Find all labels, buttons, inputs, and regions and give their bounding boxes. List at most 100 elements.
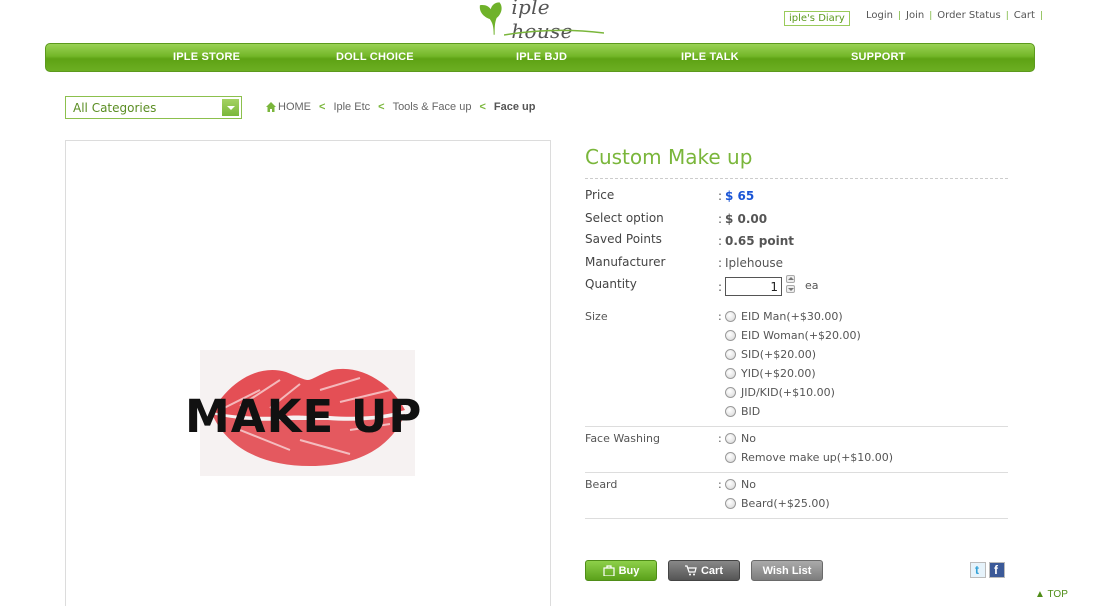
price-label: Price [585,188,615,202]
makeup-text: MAKE UP [185,390,423,443]
face-washing-label: Face Washing [585,432,660,445]
cart-button-label: Cart [700,564,723,577]
select-option-value: $ 0.00 [725,212,768,226]
option-label: No [741,432,756,445]
breadcrumb: HOME < Iple Etc < Tools & Face up < Face… [266,101,535,113]
beard-option[interactable]: Beard(+$25.00) [725,497,830,510]
size-option[interactable]: BID [725,405,760,418]
quantity-input[interactable] [725,277,782,296]
radio-button[interactable] [725,311,736,322]
nav-iple-store[interactable]: IPLE STORE [173,51,240,63]
size-option[interactable]: EID Woman(+$20.00) [725,329,861,342]
nav-doll-choice[interactable]: DOLL CHOICE [336,51,414,63]
select-option-label: Select option [585,211,664,225]
category-select[interactable]: All Categories [65,96,242,119]
join-link[interactable]: Join [906,10,924,21]
price-value: $ 65 [725,189,755,203]
site-logo[interactable]: iple house [476,0,616,43]
size-option[interactable]: JID/KID(+$10.00) [725,386,835,399]
beard-option[interactable]: No [725,478,756,491]
breadcrumb-separator: < [479,101,486,113]
radio-button[interactable] [725,349,736,360]
option-label: SID(+$20.00) [741,348,816,361]
buy-button[interactable]: Buy [585,560,657,581]
order-status-link[interactable]: Order Status [937,10,1000,21]
cart-button[interactable]: Cart [668,560,740,581]
breadcrumb-home[interactable]: HOME [278,101,311,113]
option-label: Beard(+$25.00) [741,497,830,510]
quantity-decrement-button[interactable] [786,285,795,293]
main-navbar: IPLE STORE DOLL CHOICE IPLE BJD IPLE TAL… [45,43,1035,72]
wish-list-button-label: Wish List [762,564,812,577]
size-label: Size [585,310,608,323]
facebook-share-button[interactable]: f [989,562,1005,578]
cart-icon [684,565,697,576]
option-label: Remove make up(+$10.00) [741,451,894,464]
nav-support[interactable]: SUPPORT [851,51,906,63]
facebook-icon: f [994,563,998,577]
colon: : [718,234,723,248]
breadcrumb-separator: < [378,101,385,113]
size-option[interactable]: SID(+$20.00) [725,348,816,361]
option-divider [585,472,1008,473]
top-links: Login | Join | Order Status | Cart | [866,10,1048,21]
product-image[interactable]: MAKE UP [65,140,551,606]
radio-button[interactable] [725,452,736,463]
nav-iple-talk[interactable]: IPLE TALK [681,51,739,63]
cart-link[interactable]: Cart [1014,10,1035,21]
link-separator: | [1005,10,1009,21]
colon: : [718,432,722,445]
option-label: No [741,478,756,491]
radio-button[interactable] [725,498,736,509]
option-label: EID Man(+$30.00) [741,310,843,323]
radio-button[interactable] [725,433,736,444]
face-washing-option[interactable]: No [725,432,756,445]
radio-button[interactable] [725,368,736,379]
breadcrumb-separator: < [319,101,326,113]
colon: : [718,280,723,294]
home-icon [266,102,276,112]
colon: : [718,212,723,226]
breadcrumb-current: Face up [493,101,536,113]
breadcrumb-item[interactable]: Iple Etc [333,101,370,113]
radio-button[interactable] [725,406,736,417]
saved-points-label: Saved Points [585,232,662,246]
option-label: BID [741,405,761,418]
colon: : [718,189,723,203]
manufacturer-value: Iplehouse [725,256,784,270]
buy-button-label: Buy [618,564,640,577]
bag-icon [603,565,615,576]
option-divider [585,518,1008,519]
chevron-down-icon[interactable] [222,99,239,116]
nav-iple-bjd[interactable]: IPLE BJD [516,51,567,63]
wish-list-button[interactable]: Wish List [751,560,823,581]
twitter-icon: t [975,563,979,577]
colon: : [718,478,722,491]
face-washing-option[interactable]: Remove make up(+$10.00) [725,451,893,464]
quantity-label: Quantity [585,277,637,291]
logo-text: iple house [511,0,573,43]
size-option[interactable]: YID(+$20.00) [725,367,816,380]
title-divider [585,178,1008,179]
breadcrumb-item[interactable]: Tools & Face up [393,101,472,113]
radio-button[interactable] [725,387,736,398]
radio-button[interactable] [725,330,736,341]
twitter-share-button[interactable]: t [970,562,986,578]
option-label: EID Woman(+$20.00) [741,329,861,342]
saved-points-value: 0.65 point [725,234,795,248]
option-label: JID/KID(+$10.00) [741,386,835,399]
back-to-top-link[interactable]: ▲ TOP [1035,589,1068,600]
colon: : [718,256,723,270]
size-option[interactable]: EID Man(+$30.00) [725,310,843,323]
option-label: YID(+$20.00) [741,367,816,380]
quantity-increment-button[interactable] [786,275,795,283]
diary-button[interactable]: iple's Diary [784,11,850,26]
login-link[interactable]: Login [866,10,893,21]
link-separator: | [1039,10,1043,21]
radio-button[interactable] [725,479,736,490]
colon: : [718,310,722,323]
quantity-unit: ea [805,279,819,292]
category-select-value: All Categories [73,101,157,115]
option-divider [585,426,1008,427]
link-separator: | [929,10,933,21]
